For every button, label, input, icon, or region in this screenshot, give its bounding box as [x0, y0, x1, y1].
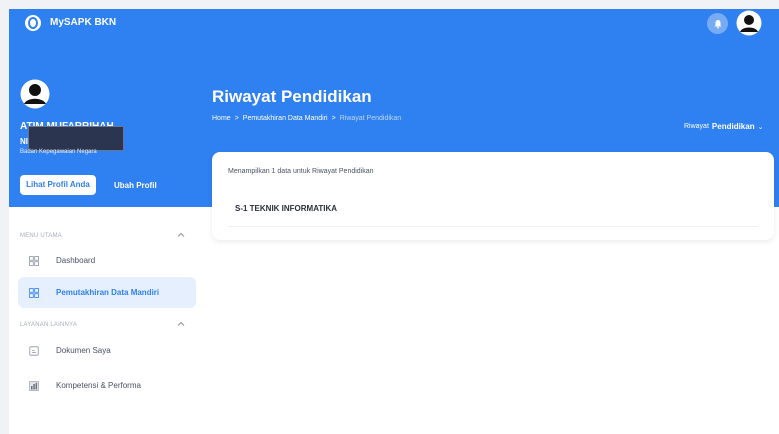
sidebar-item-label: Pemutakhiran Data Mandiri — [56, 288, 160, 297]
profile-nip-label: NI — [20, 137, 28, 146]
dropdown-value: Pendidikan — [711, 122, 755, 131]
profile-avatar-icon — [20, 79, 50, 109]
chevron-up-icon[interactable] — [176, 230, 186, 240]
education-card: Menampilkan 1 data untuk Riwayat Pendidi… — [212, 152, 774, 240]
user-avatar-icon[interactable] — [736, 10, 762, 36]
breadcrumb-separator: > — [234, 115, 239, 122]
sidebar-item-label: Dokumen Saya — [56, 346, 111, 355]
window-frame-left — [0, 0, 9, 434]
dropdown-prefix: Riwayat — [684, 123, 709, 130]
breadcrumb-pemutakhiran[interactable]: Pemutakhiran Data Mandiri — [243, 115, 328, 122]
record-count-text: Menampilkan 1 data untuk Riwayat Pendidi… — [228, 168, 374, 175]
sidebar-item-dokumen[interactable]: Dokumen Saya — [18, 335, 196, 366]
sidebar-item-kompetensi[interactable]: Kompetensi & Performa — [18, 370, 196, 401]
document-icon — [29, 345, 39, 356]
section-layanan-lainnya: LAYANAN LAINNYA — [20, 322, 78, 328]
breadcrumb-separator: > — [331, 115, 336, 122]
section-dropdown[interactable]: Riwayat Pendidikan ⌄ — [684, 122, 763, 131]
grid-icon — [29, 287, 39, 298]
list-item[interactable]: S-1 TEKNIK INFORMATIKA — [235, 204, 337, 213]
chevron-down-icon: ⌄ — [757, 123, 764, 131]
sidebar-item-pemutakhiran[interactable]: Pemutakhiran Data Mandiri — [18, 277, 196, 308]
section-menu-utama: MENU UTAMA — [20, 233, 62, 239]
grid-icon — [29, 255, 39, 266]
page-title: Riwayat Pendidikan — [212, 87, 372, 106]
breadcrumb-current: Riwayat Pendidikan — [339, 115, 402, 122]
divider — [228, 226, 758, 227]
chart-icon — [29, 380, 39, 391]
notification-button[interactable] — [707, 13, 728, 34]
breadcrumb-home[interactable]: Home — [212, 115, 231, 122]
sidebar-item-dashboard[interactable]: Dashboard — [18, 245, 196, 276]
view-profile-button[interactable]: Lihat Profil Anda — [20, 175, 96, 195]
window-frame-top — [0, 0, 779, 9]
sidebar-item-label: Kompetensi & Performa — [56, 381, 141, 390]
edit-profile-button[interactable]: Ubah Profil — [114, 181, 157, 190]
sidebar-item-label: Dashboard — [56, 256, 96, 265]
bell-icon — [714, 19, 721, 28]
chevron-up-icon[interactable] — [176, 319, 186, 329]
redacted-nip — [28, 126, 124, 151]
sidebar: ATIM MUFARRIHAH NI Badan Kepegawaian Neg… — [9, 9, 202, 434]
profile-org: Badan Kepegawaian Negara — [20, 149, 97, 155]
breadcrumb: Home > Pemutakhiran Data Mandiri > Riway… — [212, 115, 401, 122]
